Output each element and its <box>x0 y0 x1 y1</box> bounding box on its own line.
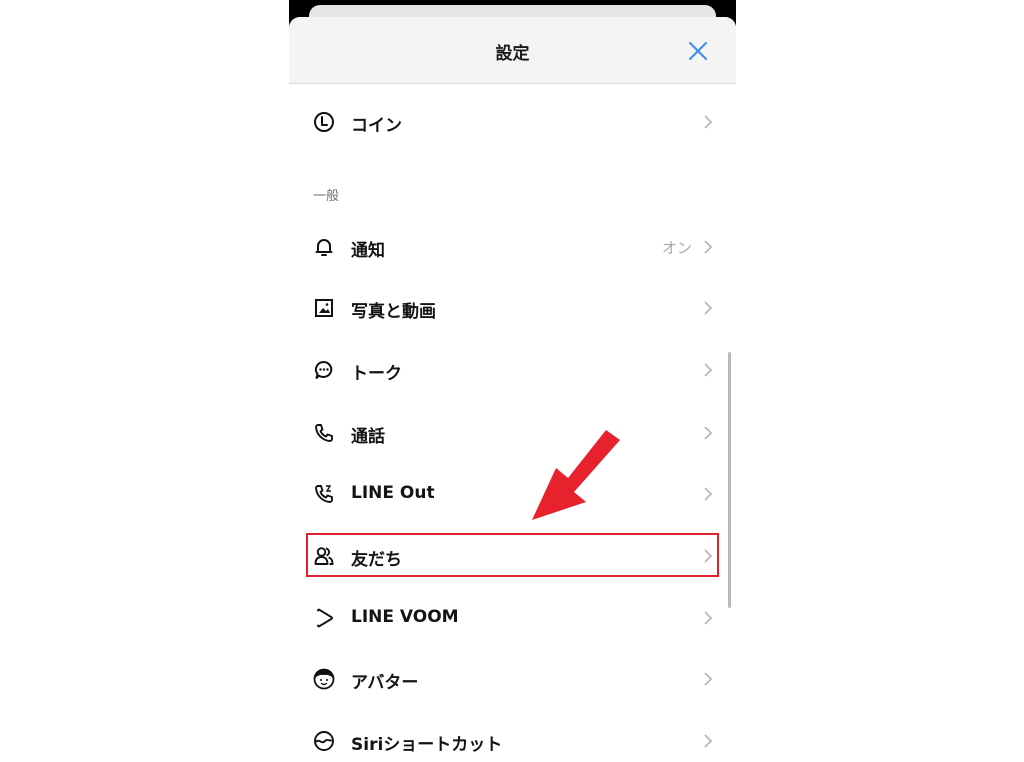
chat-bubble-icon <box>314 360 333 379</box>
chevron-right-icon <box>704 487 713 501</box>
chevron-right-icon <box>704 115 713 129</box>
chevron-right-icon <box>704 734 713 748</box>
settings-item-label: Siriショートカット <box>351 735 503 755</box>
avatar-face-icon <box>313 668 335 690</box>
settings-item-label: 通話 <box>351 427 385 447</box>
settings-item-line-voom[interactable]: LINE VOOM <box>289 593 736 643</box>
settings-item-avatar[interactable]: アバター <box>289 654 736 704</box>
chevron-right-icon <box>704 301 713 315</box>
chevron-right-icon <box>704 240 713 254</box>
page-title: 設定 <box>495 44 530 64</box>
notification-status-value: オン <box>661 239 692 257</box>
image-icon <box>315 299 333 317</box>
settings-item-talk[interactable]: トーク <box>289 345 736 395</box>
close-icon[interactable] <box>687 40 709 62</box>
chevron-right-icon <box>704 611 713 625</box>
settings-item-coin[interactable]: コイン <box>289 97 736 147</box>
phone-out-icon <box>315 485 333 503</box>
chevron-right-icon <box>704 426 713 440</box>
phone-icon <box>315 424 333 442</box>
settings-item-siri-shortcuts[interactable]: Siriショートカット <box>289 716 736 762</box>
settings-item-label: LINE VOOM <box>351 607 459 627</box>
screenshot-stage: 設定 コイン 一般 通知 オン 写真と動画 トーク 通話 LINE Out 友だ… <box>0 0 1024 762</box>
settings-item-label: トーク <box>351 364 402 384</box>
chevron-right-icon <box>704 672 713 686</box>
settings-item-label: 通知 <box>351 241 385 261</box>
clock-icon <box>314 112 334 132</box>
phone-screen: 設定 コイン 一般 通知 オン 写真と動画 トーク 通話 LINE Out 友だ… <box>289 0 736 762</box>
voom-play-icon <box>317 608 333 628</box>
settings-item-notifications[interactable]: 通知 オン <box>289 222 736 272</box>
settings-item-label: LINE Out <box>351 483 435 503</box>
settings-item-photos-videos[interactable]: 写真と動画 <box>289 283 736 333</box>
settings-item-calls[interactable]: 通話 <box>289 408 736 458</box>
red-arrow-annotation <box>532 430 620 520</box>
settings-item-label: アバター <box>351 673 419 693</box>
settings-item-label: 写真と動画 <box>351 302 436 322</box>
section-header-general: 一般 <box>313 189 340 204</box>
vertical-scrollbar[interactable] <box>728 352 731 608</box>
chevron-right-icon <box>704 363 713 377</box>
settings-item-label: コイン <box>351 116 402 136</box>
settings-sheet: 設定 コイン 一般 通知 オン 写真と動画 トーク 通話 LINE Out 友だ… <box>289 17 736 762</box>
settings-item-line-out[interactable]: LINE Out <box>289 469 736 519</box>
friends-highlight-box <box>306 533 719 577</box>
siri-shortcut-icon <box>314 731 334 751</box>
bell-icon <box>315 239 333 256</box>
settings-header: 設定 <box>289 17 736 84</box>
